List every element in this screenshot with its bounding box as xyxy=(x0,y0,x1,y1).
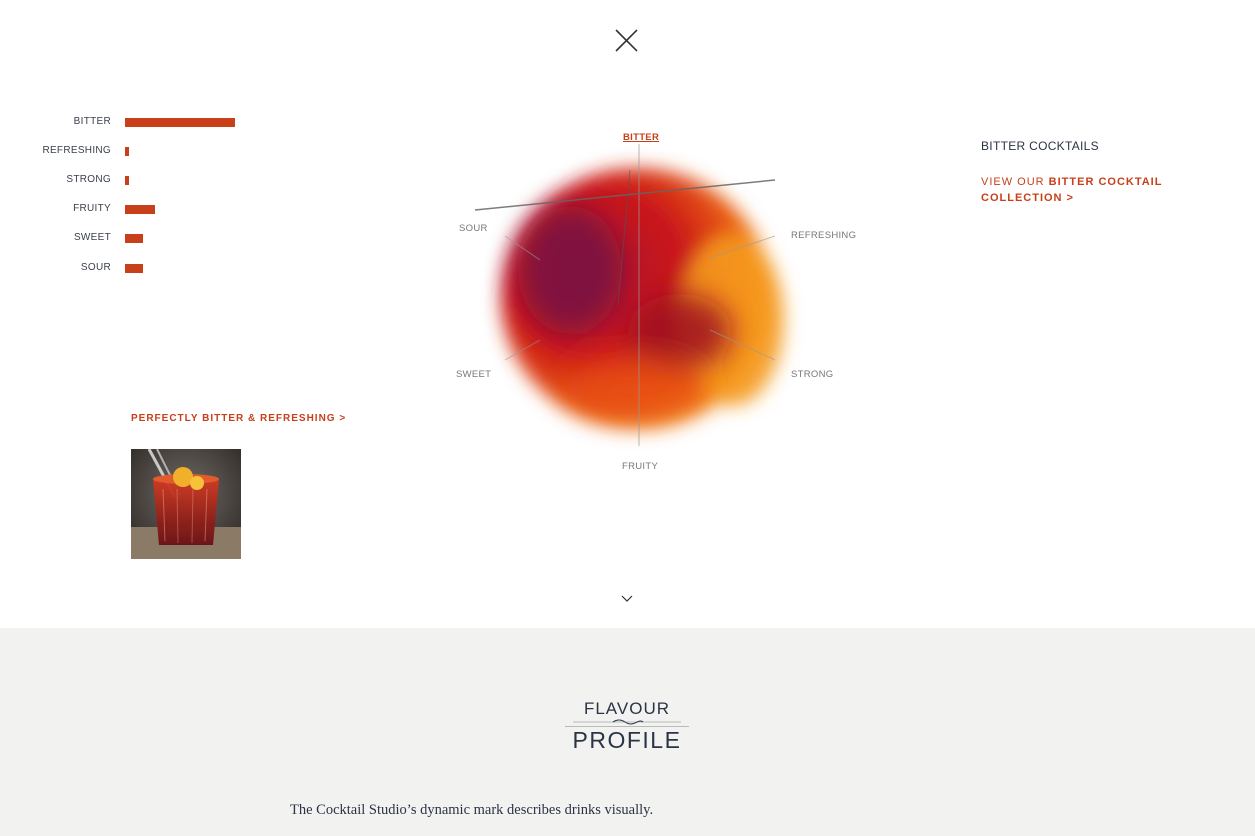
scroll-down-button[interactable] xyxy=(619,592,635,604)
logo-ornament xyxy=(573,719,681,725)
logo-bottom-text: PROFILE xyxy=(565,726,689,752)
bar-label: SWEET xyxy=(73,232,111,243)
bar-fill xyxy=(125,234,143,243)
logo-top-text: FLAVOUR xyxy=(583,699,671,718)
bar-fill xyxy=(125,176,129,185)
cocktail-photo xyxy=(131,449,241,559)
chevron-down-icon xyxy=(621,595,633,602)
bar-row-sour: SOUR xyxy=(0,258,260,278)
bar-label: REFRESHING xyxy=(42,145,111,156)
view-collection-prefix: VIEW OUR xyxy=(981,176,1049,188)
bar-label: SOUR xyxy=(80,262,111,273)
view-collection-link[interactable]: VIEW OUR BITTER COCKTAIL COLLECTION > xyxy=(981,174,1191,206)
flavour-mark: BITTER REFRESHING STRONG FRUITY SWEET SO… xyxy=(440,120,870,490)
cocktail-thumbnail[interactable] xyxy=(131,449,241,559)
bar-row-sweet: SWEET xyxy=(0,228,260,248)
axis-label-bitter[interactable]: BITTER xyxy=(623,132,659,143)
featured-cocktail-link[interactable]: PERFECTLY BITTER & REFRESHING > xyxy=(131,413,346,424)
close-button[interactable] xyxy=(612,26,642,56)
close-icon xyxy=(615,29,638,52)
profile-title: BITTER COCKTAILS xyxy=(981,139,1099,153)
bar-row-refreshing: REFRESHING xyxy=(0,141,260,161)
axis-label-sour[interactable]: SOUR xyxy=(459,223,488,234)
bar-fill xyxy=(125,118,235,127)
bar-row-strong: STRONG xyxy=(0,170,260,190)
bar-fill xyxy=(125,264,143,273)
bar-label: STRONG xyxy=(66,174,111,185)
flavour-profile-logo: FLAVOUR PROFILE xyxy=(565,700,689,756)
bar-label: BITTER xyxy=(73,116,111,127)
axis-label-strong[interactable]: STRONG xyxy=(791,369,833,380)
bar-label: FRUITY xyxy=(73,203,111,214)
axis-label-fruity[interactable]: FRUITY xyxy=(622,461,658,472)
intro-text: The Cocktail Studio’s dynamic mark descr… xyxy=(290,802,654,818)
intro-section: FLAVOUR PROFILE The Cocktail Studio’s dy… xyxy=(0,628,1255,836)
flavour-mark-graphic xyxy=(474,144,784,446)
bar-fill xyxy=(125,205,155,214)
bar-row-fruity: FRUITY xyxy=(0,199,260,219)
bar-fill xyxy=(125,147,129,156)
axis-label-refreshing[interactable]: REFRESHING xyxy=(791,230,856,241)
axis-label-sweet[interactable]: SWEET xyxy=(456,369,491,380)
bar-row-bitter: BITTER xyxy=(0,112,260,132)
